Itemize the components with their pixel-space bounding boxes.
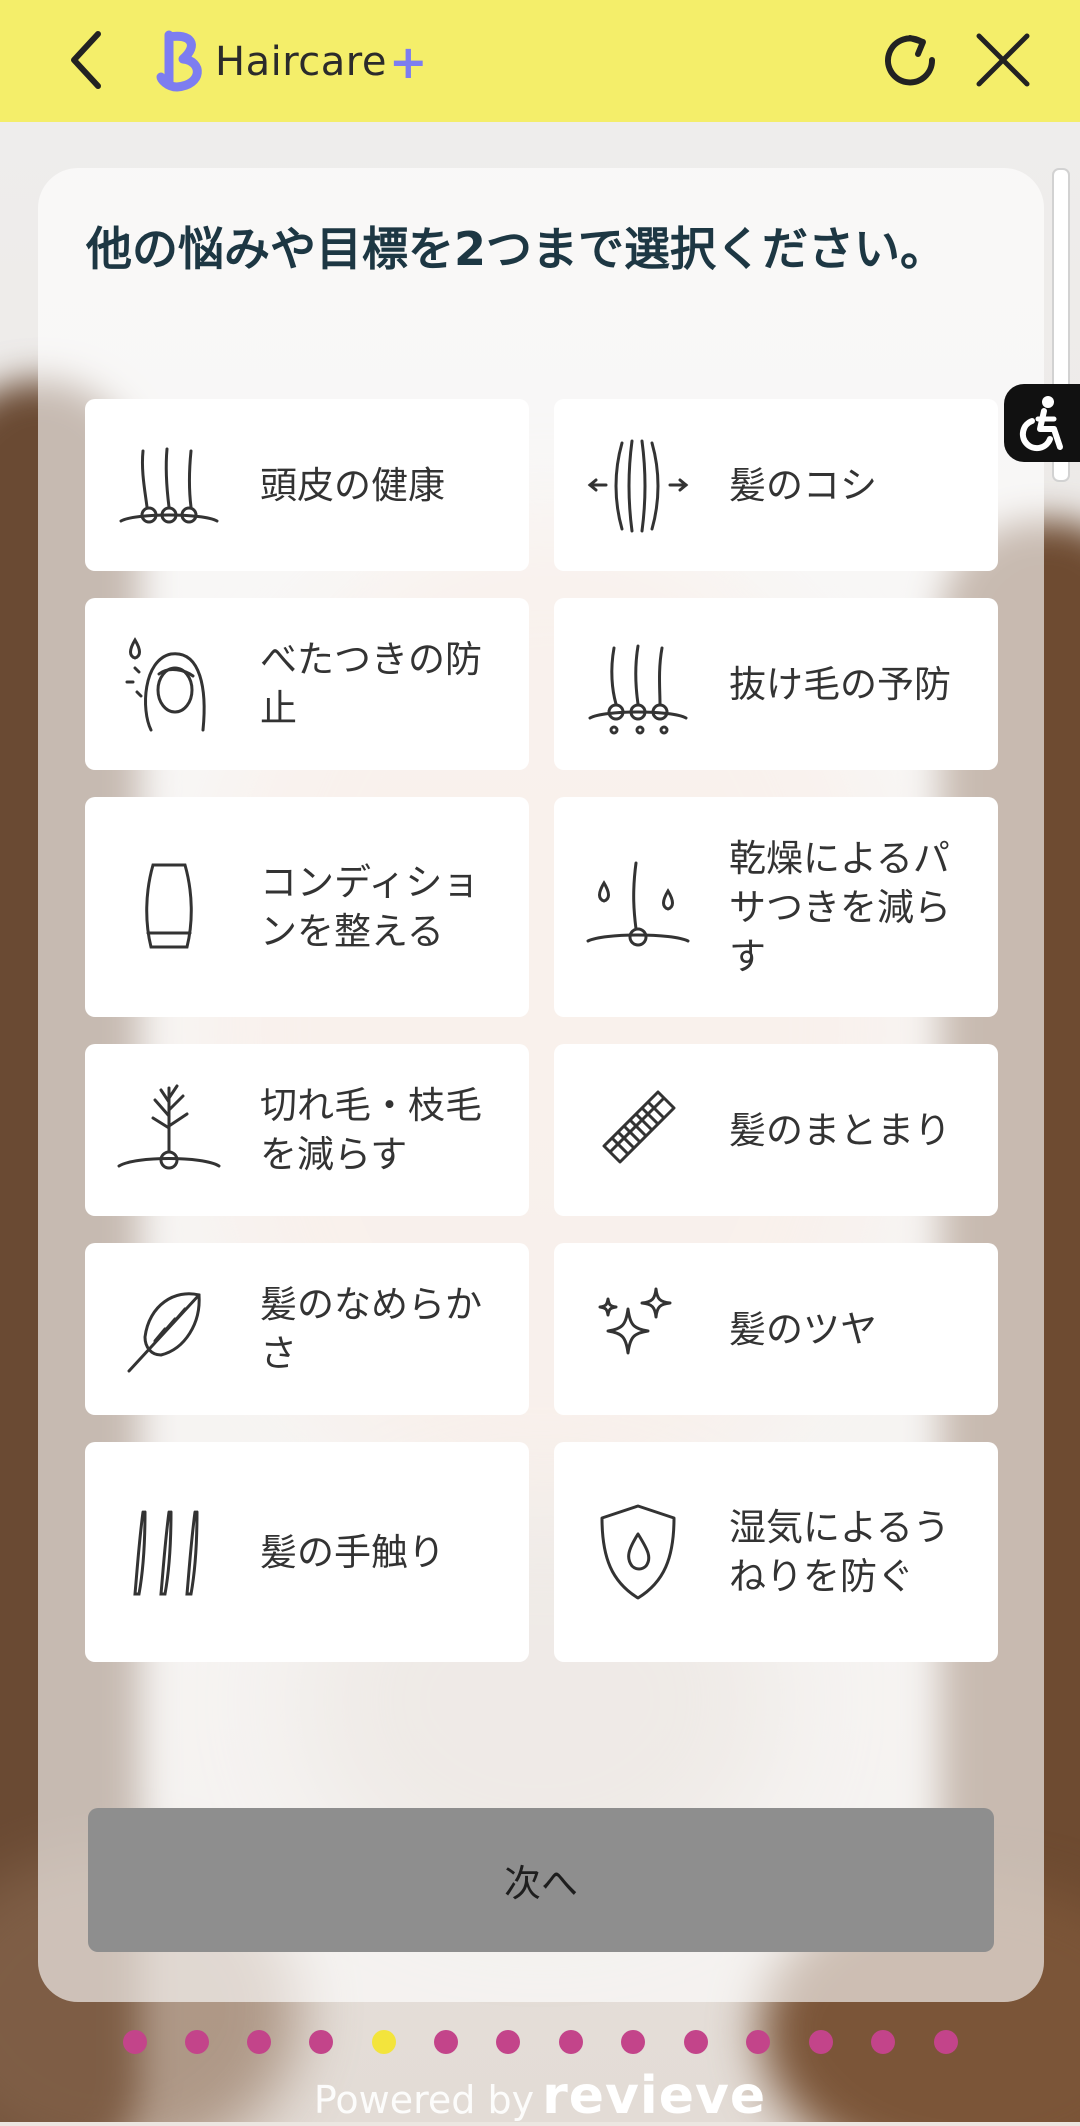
- option-split-ends[interactable]: 切れ毛・枝毛を減らす: [85, 1044, 529, 1216]
- option-label: 髪のなめらかさ: [260, 1283, 482, 1375]
- progress-dots: [0, 2030, 1080, 2060]
- option-label: 髪のコシ: [729, 463, 877, 507]
- hair-strands-icon: [133, 1510, 199, 1596]
- oily-hair-woman-icon: [125, 637, 206, 732]
- option-label: 切れ毛・枝毛を減らす: [260, 1084, 482, 1176]
- progress-dot[interactable]: [934, 2030, 958, 2054]
- option-conditioning[interactable]: コンディションを整える: [85, 797, 529, 1017]
- option-humidity-frizz[interactable]: 湿気によるうねりを防ぐ: [554, 1442, 998, 1662]
- progress-dot[interactable]: [621, 2030, 645, 2054]
- option-label: 頭皮の健康: [260, 463, 445, 507]
- progress-dot[interactable]: [123, 2030, 147, 2054]
- option-label: 湿気によるうねりを防ぐ: [729, 1506, 950, 1598]
- option-label: 髪のツヤ: [729, 1307, 877, 1351]
- next-button[interactable]: 次へ: [88, 1808, 994, 1952]
- accessibility-button[interactable]: [1004, 384, 1080, 462]
- progress-dot[interactable]: [746, 2030, 770, 2054]
- option-label: 髪の手触り: [260, 1530, 445, 1574]
- option-label: 髪のまとまり: [729, 1108, 951, 1152]
- option-prevent-oiliness[interactable]: べたつきの防止: [85, 598, 529, 770]
- question-title: 他の悩みや目標を2つまで選択ください。: [86, 222, 947, 276]
- conditioner-bottle-icon: [145, 863, 193, 949]
- sparkles-icon: [598, 1287, 672, 1355]
- progress-dot[interactable]: [247, 2030, 271, 2054]
- feather-icon: [127, 1292, 201, 1373]
- powered-by-text: Powered by: [313, 2078, 535, 2122]
- option-label: 抜け毛の予防: [729, 662, 951, 706]
- accessibility-icon: [1019, 396, 1063, 452]
- option-label: コンディションを整える: [260, 861, 480, 953]
- top-bar: Haircare +: [0, 0, 1080, 122]
- reload-button[interactable]: [874, 22, 946, 98]
- option-label: 乾燥によるパサつきを減らす: [729, 836, 951, 978]
- back-button[interactable]: [48, 22, 124, 98]
- close-button[interactable]: [963, 22, 1043, 98]
- hair-strength-icon: [587, 439, 689, 533]
- progress-dot-current[interactable]: [372, 2030, 396, 2054]
- brand-logo: Haircare +: [155, 24, 428, 100]
- hair-loss-icon: [588, 644, 688, 735]
- option-shine[interactable]: 髪のツヤ: [554, 1243, 998, 1415]
- footer-brand: revieve: [542, 2066, 767, 2126]
- powered-by-footer: Powered by revieve: [0, 2066, 1080, 2126]
- progress-dot[interactable]: [559, 2030, 583, 2054]
- progress-dot[interactable]: [684, 2030, 708, 2054]
- progress-dot[interactable]: [496, 2030, 520, 2054]
- chevron-left-icon: [71, 31, 101, 89]
- option-manageability[interactable]: 髪のまとまり: [554, 1044, 998, 1216]
- progress-dot[interactable]: [185, 2030, 209, 2054]
- question-card: 他の悩みや目標を2つまで選択ください。 頭皮の健康 髪のコシ べたつきの防止 抜…: [38, 168, 1044, 2002]
- option-smoothness[interactable]: 髪のなめらかさ: [85, 1243, 529, 1415]
- comb-icon: [602, 1090, 676, 1164]
- split-ends-icon: [117, 1084, 221, 1170]
- hair-follicles-icon: [119, 447, 219, 524]
- close-icon: [976, 33, 1030, 87]
- progress-dot[interactable]: [871, 2030, 895, 2054]
- progress-dot[interactable]: [809, 2030, 833, 2054]
- shield-droplet-icon: [600, 1504, 676, 1600]
- option-texture[interactable]: 髪の手触り: [85, 1442, 529, 1662]
- option-label: べたつきの防止: [260, 638, 482, 730]
- option-hair-strength[interactable]: 髪のコシ: [554, 399, 998, 571]
- progress-dot[interactable]: [309, 2030, 333, 2054]
- logo-mark-icon: [156, 30, 202, 92]
- progress-dot[interactable]: [434, 2030, 458, 2054]
- reload-icon: [885, 35, 936, 86]
- option-scalp-health[interactable]: 頭皮の健康: [85, 399, 529, 571]
- option-dryness[interactable]: 乾燥によるパサつきを減らす: [554, 797, 998, 1017]
- brand-name: Haircare: [215, 39, 387, 85]
- option-hair-loss[interactable]: 抜け毛の予防: [554, 598, 998, 770]
- brand-plus: +: [388, 35, 428, 89]
- dry-hair-droplets-icon: [586, 861, 690, 947]
